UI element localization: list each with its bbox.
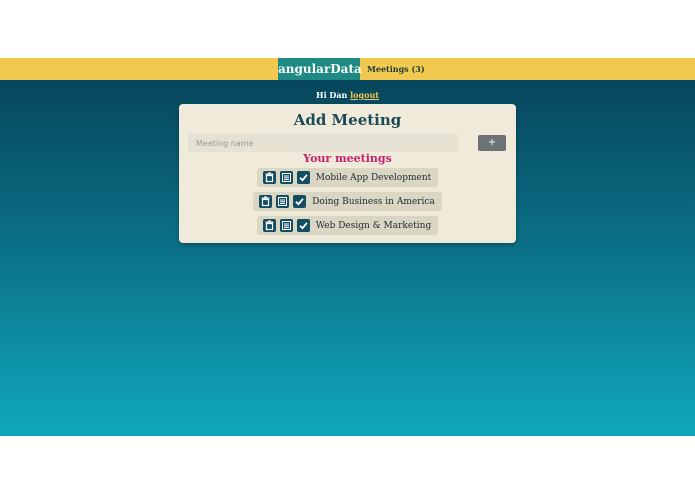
checkbox-icon[interactable] (296, 219, 310, 232)
meeting-pill: Web Design & Marketing (256, 216, 439, 235)
greeting-text: Hi Dan (316, 90, 348, 100)
card-title: Add Meeting (293, 111, 402, 129)
checkbox-icon[interactable] (296, 171, 310, 184)
meeting-name: Doing Business in America (312, 196, 435, 207)
meeting-name: Mobile App Development (315, 172, 432, 183)
meeting-name: Web Design & Marketing (315, 220, 432, 231)
list-item: Web Design & Marketing (179, 216, 516, 240)
user-greeting: Hi Dan logout (0, 90, 695, 100)
your-meetings-heading: Your meetings (303, 152, 392, 165)
meeting-pill: Doing Business in America (253, 192, 442, 211)
brand-logo[interactable]: angularData (278, 58, 362, 80)
meeting-card: Add Meeting + Your meetings Mobile App D… (179, 104, 516, 243)
list-item: Mobile App Development (179, 168, 516, 192)
trash-icon[interactable] (259, 195, 273, 208)
meeting-name-input[interactable] (188, 134, 458, 152)
list-icon[interactable] (279, 219, 293, 232)
trash-icon[interactable] (262, 219, 276, 232)
checkbox-icon[interactable] (293, 195, 307, 208)
main-stage: Hi Dan logout Add Meeting + Your meeting… (0, 80, 695, 436)
list-item: Doing Business in America (179, 192, 516, 216)
meeting-pill: Mobile App Development (256, 168, 439, 187)
top-nav-bar: angularData Meetings (3) (0, 58, 695, 80)
logout-link[interactable]: logout (350, 90, 379, 100)
list-icon[interactable] (276, 195, 290, 208)
nav-link-meetings[interactable]: Meetings (3) (367, 58, 425, 80)
trash-icon[interactable] (262, 171, 276, 184)
list-icon[interactable] (279, 171, 293, 184)
meeting-list: Mobile App Development Doing Business in… (179, 168, 516, 240)
add-meeting-button[interactable]: + (478, 135, 506, 151)
